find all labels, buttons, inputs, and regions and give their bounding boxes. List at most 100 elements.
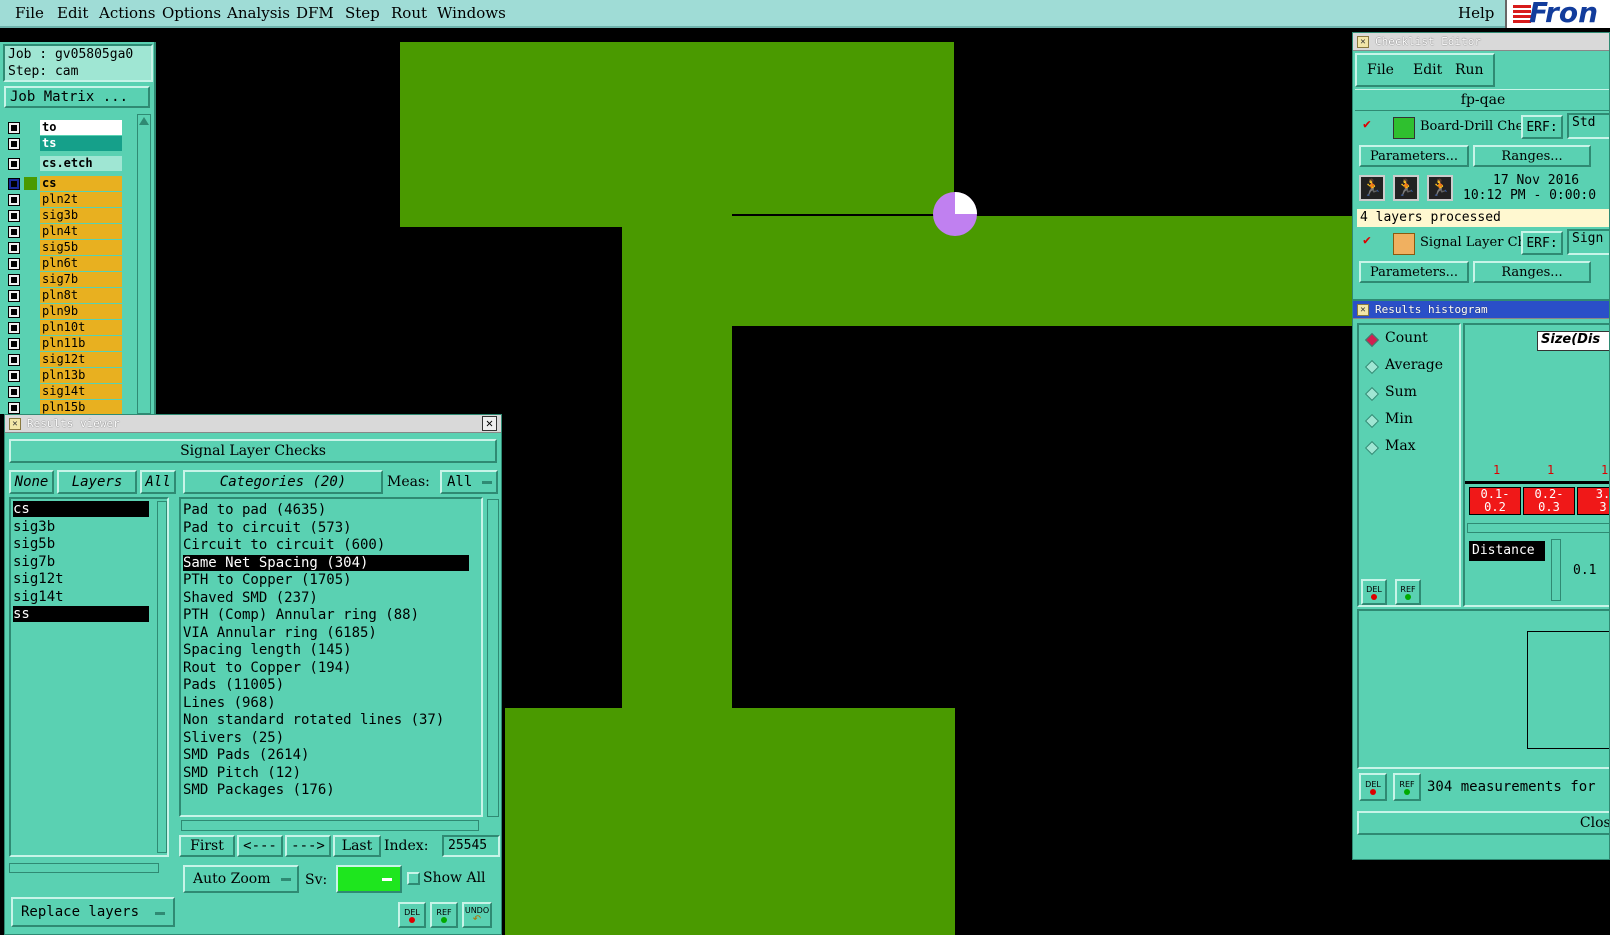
result-layer-item[interactable]: sig12t <box>13 571 149 587</box>
category-item[interactable]: SMD Pads (2614) <box>183 747 469 763</box>
run-icon-2[interactable]: 🏃 <box>1393 175 1419 201</box>
category-item[interactable]: Pads (11005) <box>183 677 469 693</box>
layer-row-sig14t[interactable]: sig14t <box>6 384 122 399</box>
category-item[interactable]: Pad to pad (4635) <box>183 502 469 518</box>
meas-select[interactable]: All <box>440 470 498 494</box>
checklist-menu-edit[interactable]: Edit <box>1413 62 1442 78</box>
index-input[interactable]: 25545 <box>442 835 500 857</box>
categories-button[interactable]: Categories (20) <box>183 470 383 494</box>
hist-ref-button[interactable]: REF <box>1395 579 1421 605</box>
category-item[interactable]: Slivers (25) <box>183 730 469 746</box>
check2-enabled-icon[interactable]: ✔ <box>1363 233 1371 248</box>
category-scrollbar[interactable] <box>487 499 499 817</box>
result-layer-item[interactable]: sig14t <box>13 589 149 605</box>
menu-options[interactable]: Options <box>162 4 221 22</box>
result-layer-item[interactable]: cs <box>13 501 149 517</box>
category-item[interactable]: SMD Pitch (12) <box>183 765 469 781</box>
layer-row-pln10t[interactable]: pln10t <box>6 320 122 335</box>
check1-enabled-icon[interactable]: ✔ <box>1363 117 1371 132</box>
layer-row-pln11b[interactable]: pln11b <box>6 336 122 351</box>
check1-parameters-button[interactable]: Parameters... <box>1359 145 1469 167</box>
layers-button[interactable]: Layers <box>57 470 137 494</box>
checklist-menu-file[interactable]: File <box>1367 62 1394 78</box>
layer-list-scrollbar[interactable] <box>137 114 151 414</box>
layer-checkbox[interactable] <box>8 370 20 382</box>
histogram-bar[interactable]: 0.2- 0.3 <box>1523 487 1575 515</box>
radio-count[interactable] <box>1364 332 1380 348</box>
layer-checkbox[interactable] <box>8 290 20 302</box>
check2-name[interactable]: Signal Layer Ch <box>1420 235 1526 250</box>
none-button[interactable]: None <box>9 470 54 494</box>
layer-row-cs.etch[interactable]: cs.etch <box>6 156 122 171</box>
layer-checkbox[interactable] <box>8 338 20 350</box>
layer-checkbox[interactable] <box>8 386 20 398</box>
category-item[interactable]: Circuit to circuit (600) <box>183 537 469 553</box>
layer-row-pln8t[interactable]: pln8t <box>6 288 122 303</box>
menu-help[interactable]: Help <box>1458 4 1494 22</box>
layer-checkbox[interactable] <box>8 306 20 318</box>
check2-parameters-button[interactable]: Parameters... <box>1359 261 1469 283</box>
layer-row-sig5b[interactable]: sig5b <box>6 240 122 255</box>
layer-checkbox[interactable] <box>8 322 20 334</box>
check1-name[interactable]: Board-Drill Che <box>1420 119 1523 134</box>
histogram-titlebar[interactable]: ✕ Results histogram <box>1353 301 1609 319</box>
hist-del-button[interactable]: DEL <box>1361 579 1387 605</box>
histogram-close-button[interactable]: Close <box>1357 811 1609 835</box>
check2-erf-value[interactable]: Sign <box>1567 229 1609 255</box>
result-layer-item[interactable]: sig3b <box>13 519 149 535</box>
window-menu-icon[interactable]: ✕ <box>1357 304 1369 316</box>
category-item[interactable]: Rout to Copper (194) <box>183 660 469 676</box>
layer-row-pln13b[interactable]: pln13b <box>6 368 122 383</box>
layer-row-pln6t[interactable]: pln6t <box>6 256 122 271</box>
radio-min[interactable] <box>1364 413 1380 429</box>
menu-step[interactable]: Step <box>345 4 380 22</box>
category-item[interactable]: PTH (Comp) Annular ring (88) <box>183 607 469 623</box>
radio-average[interactable] <box>1364 359 1380 375</box>
check2-erf-button[interactable]: ERF: <box>1521 231 1563 255</box>
run-icon-3[interactable]: 🏃 <box>1427 175 1453 201</box>
category-item[interactable]: Pad to circuit (573) <box>183 520 469 536</box>
scroll-up-icon[interactable] <box>139 117 149 125</box>
del-button[interactable]: DEL <box>398 902 426 928</box>
replace-layers-select[interactable]: Replace layers <box>11 897 175 927</box>
hist-del-button-2[interactable]: DEL <box>1359 773 1387 801</box>
layer-row-sig12t[interactable]: sig12t <box>6 352 122 367</box>
layer-checkbox[interactable] <box>8 258 20 270</box>
category-item[interactable]: VIA Annular ring (6185) <box>183 625 469 641</box>
job-matrix-button[interactable]: Job Matrix ... <box>4 86 150 108</box>
category-item[interactable]: SMD Packages (176) <box>183 782 469 798</box>
distance-scrollbar[interactable] <box>1551 539 1561 601</box>
layer-checkbox[interactable] <box>8 226 20 238</box>
category-hscroll[interactable] <box>181 820 479 831</box>
layer-row-pln4t[interactable]: pln4t <box>6 224 122 239</box>
histogram-bar[interactable]: 0.1- 0.2 <box>1469 487 1521 515</box>
category-item[interactable]: Shaved SMD (237) <box>183 590 469 606</box>
category-item[interactable]: Same Net Spacing (304) <box>183 554 469 571</box>
radio-sum[interactable] <box>1364 386 1380 402</box>
category-item[interactable]: Non standard rotated lines (37) <box>183 712 469 728</box>
checklist-titlebar[interactable]: ✕ Checklist Editor <box>1353 33 1609 51</box>
check2-ranges-button[interactable]: Ranges... <box>1473 261 1591 283</box>
category-item[interactable]: PTH to Copper (1705) <box>183 572 469 588</box>
layer-checkbox[interactable] <box>8 138 20 150</box>
menu-file[interactable]: File <box>15 4 44 22</box>
category-list[interactable]: Pad to pad (4635) Pad to circuit (573) Cir… <box>179 497 483 817</box>
prev-button[interactable]: <--- <box>237 835 283 857</box>
menu-windows[interactable]: Windows <box>437 4 506 22</box>
results-viewer-titlebar[interactable]: ✕ Results viewer ✕ <box>5 415 501 433</box>
sv-color-select[interactable] <box>336 865 402 893</box>
checklist-menu-run[interactable]: Run <box>1455 62 1484 78</box>
layer-checkbox[interactable] <box>8 194 20 206</box>
menu-actions[interactable]: Actions <box>99 4 155 22</box>
layer-results-scrollbar[interactable] <box>157 501 167 853</box>
result-layer-item[interactable]: ss <box>13 606 149 622</box>
layer-row-pln9b[interactable]: pln9b <box>6 304 122 319</box>
result-layer-item[interactable]: sig5b <box>13 536 149 552</box>
histogram-bar[interactable]: 3. 3 <box>1577 487 1609 515</box>
layer-row-pln15b[interactable]: pln15b <box>6 400 122 414</box>
window-menu-icon[interactable]: ✕ <box>1357 36 1369 48</box>
undo-button[interactable]: UNDO ↶ <box>462 902 492 928</box>
run-icon-1[interactable]: 🏃 <box>1359 175 1385 201</box>
check1-ranges-button[interactable]: Ranges... <box>1473 145 1591 167</box>
result-layer-item[interactable]: sig7b <box>13 554 149 570</box>
